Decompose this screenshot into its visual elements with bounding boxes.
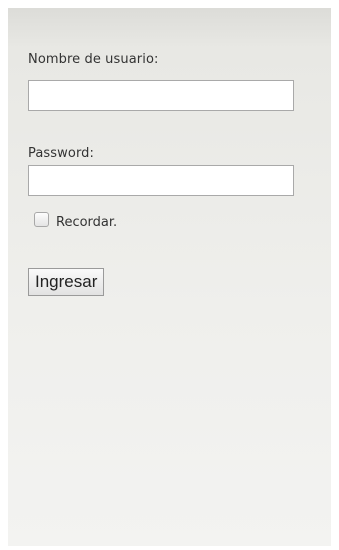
password-label: Password:: [28, 146, 95, 161]
remember-label: Recordar.: [56, 215, 118, 230]
remember-checkbox[interactable]: [34, 212, 49, 227]
remember-option[interactable]: Recordar.: [34, 209, 117, 230]
password-input[interactable]: [28, 165, 294, 196]
username-input[interactable]: [28, 80, 294, 111]
username-label: Nombre de usuario:: [28, 52, 159, 67]
login-panel: Nombre de usuario: Password: Recordar. I…: [8, 8, 331, 546]
login-button[interactable]: Ingresar: [28, 268, 105, 296]
